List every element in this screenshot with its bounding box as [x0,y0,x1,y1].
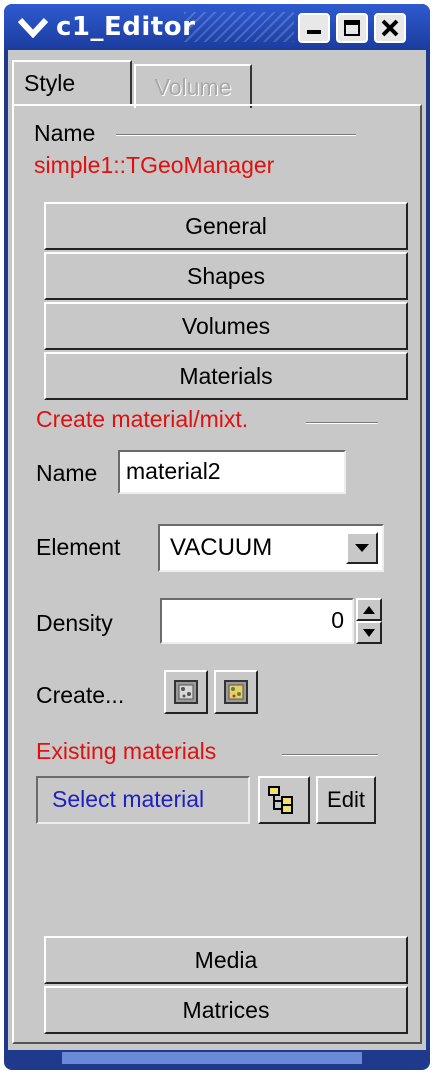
name-separator [116,134,356,136]
maximize-icon [344,20,360,36]
element-dropdown-button[interactable] [346,532,378,564]
tab-volume-label: Volume [154,74,232,100]
chevron-down-icon [355,544,369,552]
title-bar[interactable]: c1_Editor [4,4,430,50]
media-button[interactable]: Media [44,936,408,984]
close-button[interactable] [374,13,406,43]
element-select-value: VACUUM [170,534,273,561]
editor-frame: Style Volume Name simple1::TGeoManager G… [8,50,426,1050]
window-title: c1_Editor [56,12,196,42]
element-select[interactable]: VACUUM [158,524,384,572]
title-bar-pattern [184,12,294,42]
existing-materials-header: Existing materials [36,738,217,764]
tree-browser-icon [268,786,293,814]
create-material-button[interactable] [164,670,208,714]
tab-style-label: Style [24,70,76,96]
material-icon [174,680,198,704]
object-name: simple1::TGeoManager [34,152,275,178]
maximize-button[interactable] [336,13,368,43]
tab-volume[interactable]: Volume [134,64,252,108]
density-label: Density [36,610,113,636]
style-panel: Name simple1::TGeoManager General Shapes… [12,104,422,1044]
density-input[interactable]: 0 [160,598,354,644]
shapes-button[interactable]: Shapes [44,252,408,300]
arrow-up-icon [363,605,375,614]
create-label: Create... [36,682,125,708]
create-material-header: Create material/mixt. [36,406,249,432]
window-bottom-border [62,1052,362,1064]
mixture-icon [224,680,248,704]
material-name-label: Name [36,460,98,486]
general-button[interactable]: General [44,202,408,250]
window-menu-icon[interactable] [14,12,52,42]
editor-window: c1_Editor Style Volume Name simple1::TGe… [4,4,430,1070]
tab-style[interactable]: Style [12,60,132,104]
create-separator [306,422,378,424]
name-section-label: Name [34,120,96,146]
density-decrement-button[interactable] [356,621,382,644]
edit-material-button[interactable]: Edit [316,776,376,824]
arrow-down-icon [363,628,375,637]
element-label: Element [36,534,121,560]
material-browser-button[interactable] [258,776,310,824]
matrices-button[interactable]: Matrices [44,986,408,1034]
material-name-input[interactable]: material2 [118,450,346,494]
select-material-field[interactable]: Select material [36,776,250,824]
existing-separator [282,754,378,756]
minimize-button[interactable] [298,13,330,43]
close-icon [381,19,399,37]
minimize-icon [307,30,321,34]
create-mixture-button[interactable] [214,670,258,714]
density-increment-button[interactable] [356,598,382,621]
materials-button[interactable]: Materials [44,352,408,400]
volumes-button[interactable]: Volumes [44,302,408,350]
